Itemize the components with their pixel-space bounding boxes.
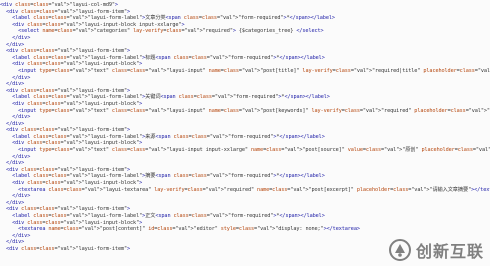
code-line: <label class=class="val">"layui-form-lab… xyxy=(12,94,330,101)
code-line: </div> xyxy=(12,153,31,160)
code-line: <input type=class="val">"text" class=cla… xyxy=(18,147,490,154)
code-line: <div class=class="val">"layui-col-md9"> xyxy=(0,2,118,8)
code-line: </div> xyxy=(12,74,31,81)
code-line: <div class=class="val">"layui-input-bloc… xyxy=(12,100,143,107)
code-line: </div> xyxy=(6,81,25,88)
code-line: </div> xyxy=(6,199,25,206)
watermark: 创新互联 xyxy=(388,238,484,262)
code-line: <textarea class=class="val">"layui-texta… xyxy=(18,186,490,193)
code-line: <div class=class="val">"layui-form-item"… xyxy=(6,48,131,55)
code-line: </div> xyxy=(12,34,31,41)
code-line: <label class=class="val">"layui-form-lab… xyxy=(12,133,325,140)
code-line: <div class=class="val">"layui-input-bloc… xyxy=(12,21,185,28)
code-line: </div> xyxy=(6,41,25,48)
code-line: <div class=class="val">"layui-form-item"… xyxy=(6,127,131,134)
code-line: <label class=class="val">"layui-form-lab… xyxy=(12,213,325,219)
code-line: <select name=class="val">"categories" la… xyxy=(18,28,324,35)
code-line: </div> xyxy=(12,193,31,200)
watermark-text: 创新互联 xyxy=(415,242,484,261)
code-line: <label class=class="val">"layui-form-lab… xyxy=(12,173,325,180)
code-line: <div class=class="val">"layui-form-item"… xyxy=(6,206,131,213)
code-line: </div> xyxy=(12,114,31,121)
code-lines: <div class=class="val">"layui-col-md9"> … xyxy=(0,2,490,253)
code-line: </div> xyxy=(6,120,25,127)
code-line: <div class=class="val">"layui-input-bloc… xyxy=(12,180,143,187)
code-line: <textarea name=class="val">"post[content… xyxy=(18,226,360,233)
code-editor[interactable]: <div class=class="val">"layui-col-md9"> … xyxy=(0,0,490,266)
code-line: <input type=class="val">"text" class=cla… xyxy=(18,67,490,74)
code-line: <input type=class="val">"text" class=cla… xyxy=(18,107,490,114)
code-line: </div> xyxy=(6,160,25,167)
code-line: <div class=class="val">"layui-input-bloc… xyxy=(12,61,143,68)
code-line: <label class=class="val">"layui-form-lab… xyxy=(12,54,325,61)
brand-logo-icon xyxy=(388,239,411,261)
code-line: <label class=class="val">"layui-form-lab… xyxy=(12,15,335,22)
code-line: <div class=class="val">"layui-input-bloc… xyxy=(12,219,143,226)
